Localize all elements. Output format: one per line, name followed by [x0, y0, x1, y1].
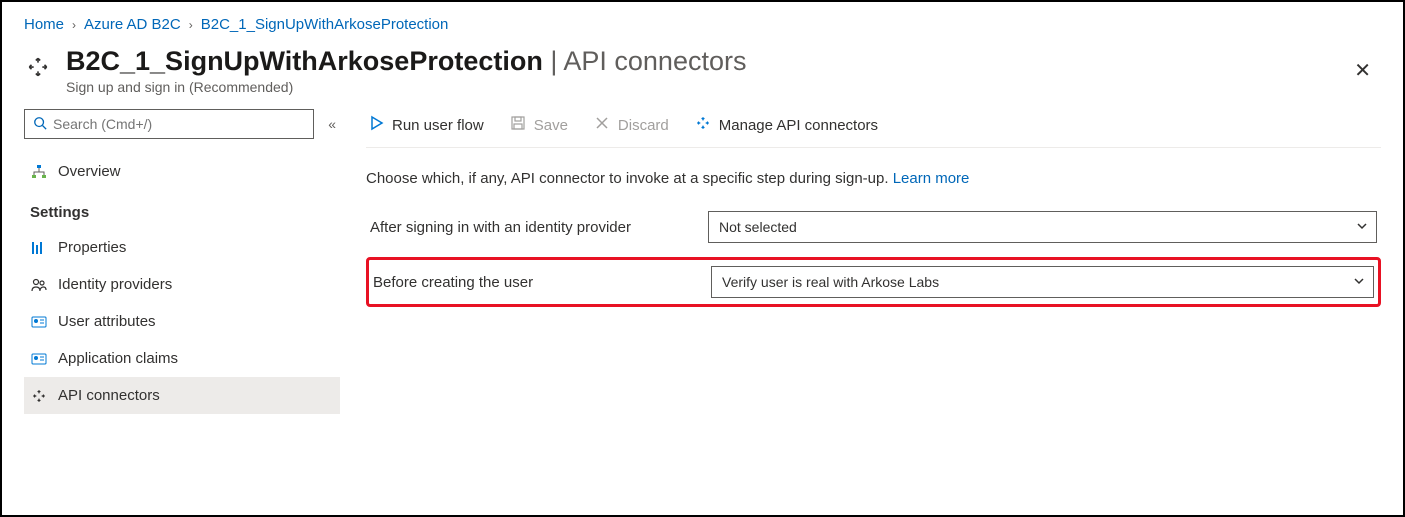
userflow-icon [24, 53, 52, 81]
form-label: After signing in with an identity provid… [370, 219, 708, 236]
sidebar-item-label: Application claims [58, 350, 178, 367]
button-label: Run user flow [392, 117, 484, 134]
chevron-right-icon: › [72, 18, 76, 32]
close-button[interactable]: ✕ [1344, 52, 1381, 89]
properties-icon [30, 240, 48, 256]
select-value: Not selected [719, 219, 797, 235]
save-icon [510, 115, 526, 135]
connectors-icon [30, 388, 48, 404]
sitemap-icon [30, 164, 48, 180]
page-header: B2C_1_SignUpWithArkoseProtection | API c… [2, 41, 1403, 109]
sidebar-item-api-connectors[interactable]: API connectors [24, 377, 340, 414]
manage-api-connectors-button[interactable]: Manage API connectors [693, 113, 880, 137]
learn-more-link[interactable]: Learn more [893, 170, 970, 187]
form-row-before-create: Before creating the user Verify user is … [366, 257, 1381, 307]
sidebar-item-overview[interactable]: Overview [24, 153, 340, 190]
before-create-select[interactable]: Verify user is real with Arkose Labs [711, 266, 1374, 298]
sidebar-item-application-claims[interactable]: Application claims [24, 340, 340, 377]
play-icon [368, 115, 384, 135]
chevron-down-icon [1356, 219, 1368, 235]
id-card-icon [30, 314, 48, 330]
people-icon [30, 277, 48, 293]
chevron-right-icon: › [189, 18, 193, 32]
search-icon [33, 116, 47, 133]
sidebar-item-properties[interactable]: Properties [24, 229, 340, 266]
search-box[interactable] [24, 109, 314, 139]
button-label: Discard [618, 117, 669, 134]
select-value: Verify user is real with Arkose Labs [722, 274, 939, 290]
sidebar-item-user-attributes[interactable]: User attributes [24, 303, 340, 340]
sidebar-item-label: API connectors [58, 387, 160, 404]
sidebar-section-settings: Settings [24, 190, 340, 229]
form-label: Before creating the user [373, 274, 711, 291]
breadcrumb-b2c[interactable]: Azure AD B2C [84, 16, 181, 33]
breadcrumb-home[interactable]: Home [24, 16, 64, 33]
sidebar-item-identity-providers[interactable]: Identity providers [24, 266, 340, 303]
breadcrumb: Home › Azure AD B2C › B2C_1_SignUpWithAr… [2, 2, 1403, 41]
main-content: Run user flow Save Discard [366, 109, 1381, 502]
id-card-icon [30, 351, 48, 367]
sidebar: « Overview Settings Properties Identity … [24, 109, 340, 502]
breadcrumb-flow[interactable]: B2C_1_SignUpWithArkoseProtection [201, 16, 449, 33]
sidebar-item-label: User attributes [58, 313, 156, 330]
connectors-icon [695, 115, 711, 135]
save-button: Save [508, 113, 570, 137]
title-main: B2C_1_SignUpWithArkoseProtection [66, 46, 543, 76]
close-icon: ✕ [1354, 60, 1371, 82]
intro-text: Choose which, if any, API connector to i… [366, 148, 1381, 205]
search-input[interactable] [53, 116, 305, 132]
page-subtitle: Sign up and sign in (Recommended) [66, 79, 1330, 95]
discard-button: Discard [592, 113, 671, 137]
sidebar-item-label: Overview [58, 163, 121, 180]
intro-body: Choose which, if any, API connector to i… [366, 170, 889, 187]
run-user-flow-button[interactable]: Run user flow [366, 113, 486, 137]
sidebar-item-label: Properties [58, 239, 126, 256]
form-row-after-signin: After signing in with an identity provid… [366, 205, 1381, 249]
chevron-double-left-icon: « [328, 116, 336, 132]
discard-icon [594, 115, 610, 135]
collapse-sidebar-button[interactable]: « [324, 114, 340, 134]
sidebar-item-label: Identity providers [58, 276, 172, 293]
button-label: Save [534, 117, 568, 134]
title-section: API connectors [563, 46, 746, 76]
after-signin-select[interactable]: Not selected [708, 211, 1377, 243]
page-title: B2C_1_SignUpWithArkoseProtection | API c… [66, 45, 1330, 77]
title-separator: | [543, 46, 564, 76]
chevron-down-icon [1353, 274, 1365, 290]
button-label: Manage API connectors [719, 117, 878, 134]
toolbar: Run user flow Save Discard [366, 109, 1381, 148]
